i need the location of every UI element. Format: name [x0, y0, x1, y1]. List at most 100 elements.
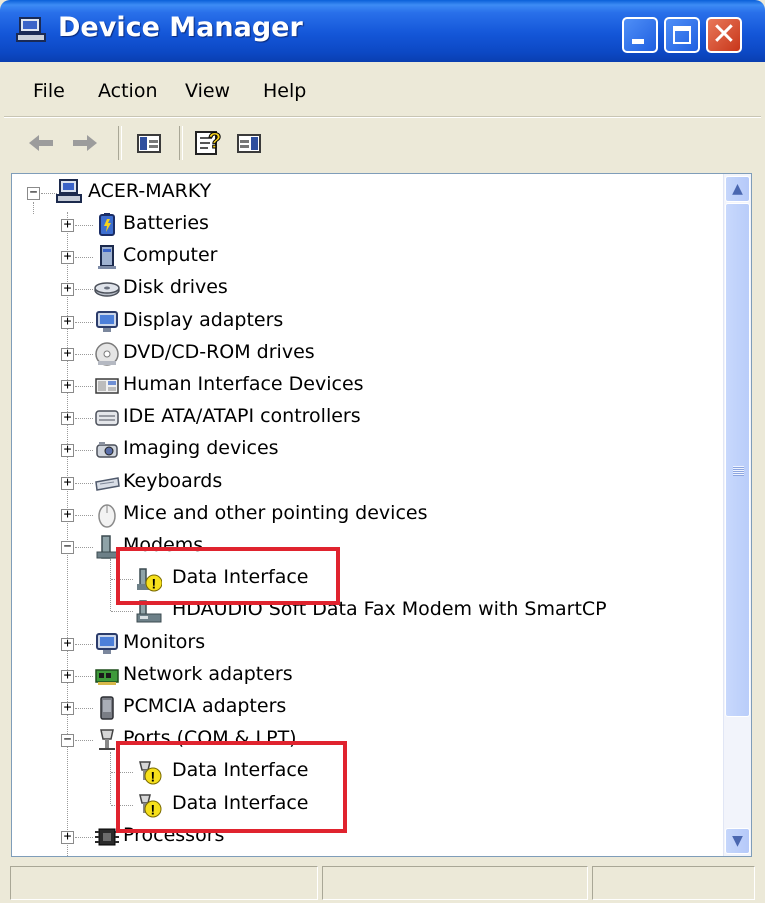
menu-help[interactable]: Help [263, 80, 306, 102]
tree-item-network-adapters[interactable]: + Network adapters [12, 661, 712, 691]
tree-item-label: Computer [123, 244, 218, 266]
tree-item-label: Disk drives [123, 276, 228, 298]
computer-icon [56, 179, 82, 203]
tree-connector [75, 386, 93, 387]
maximize-icon [673, 26, 691, 44]
expand-icon[interactable]: + [61, 347, 74, 361]
tree-connector [75, 450, 93, 451]
tree-item-label: DVD/CD-ROM drives [123, 341, 315, 363]
expand-icon[interactable]: + [61, 250, 74, 264]
battery-icon [99, 213, 115, 236]
expand-icon[interactable]: + [61, 508, 74, 522]
expand-icon[interactable]: + [61, 637, 74, 651]
tree-item-label: Display adapters [123, 309, 284, 331]
show-hide-console-tree-icon[interactable] [132, 126, 166, 160]
hid-icon [95, 378, 119, 394]
window-title: Device Manager [58, 12, 303, 43]
tree-item-computer[interactable]: + Computer [12, 242, 712, 272]
tree-connector [41, 193, 57, 194]
device-manager-icon [16, 17, 46, 42]
collapse-icon[interactable]: − [27, 186, 40, 200]
ide-controller-icon [95, 410, 119, 426]
title-bar[interactable]: Device Manager ✕ [0, 0, 765, 62]
scroll-up-button[interactable]: ▲ [725, 176, 750, 202]
device-tree-pane[interactable]: − ACER-MARKY + Batteries + Computer + Disk dr… [11, 173, 752, 857]
expand-icon[interactable]: + [61, 218, 74, 232]
toolbar-separator [118, 126, 122, 160]
tree-item-label: Mice and other pointing devices [123, 502, 428, 524]
minimize-button[interactable] [622, 17, 658, 53]
expand-icon[interactable]: + [61, 476, 74, 490]
tree-item-label: Monitors [123, 631, 206, 653]
close-button[interactable]: ✕ [706, 17, 742, 53]
device-manager-window: Device Manager ✕ File Action View Help ?… [0, 0, 765, 903]
status-pane-1 [10, 866, 318, 900]
forward-icon[interactable] [68, 126, 102, 160]
pcmcia-icon [100, 696, 114, 720]
toolbar-separator [179, 126, 183, 160]
tree-item-monitors[interactable]: + Monitors [12, 629, 712, 659]
expand-icon[interactable]: + [61, 379, 74, 393]
cdrom-icon [95, 342, 119, 366]
tree-item-label: Batteries [123, 212, 209, 234]
expand-icon[interactable]: + [61, 411, 74, 425]
highlight-box-modem-data-interface [116, 547, 340, 605]
collapse-icon[interactable]: − [61, 540, 74, 554]
tree-connector [75, 418, 93, 419]
scroll-down-button[interactable]: ▼ [725, 828, 750, 854]
tree-connector [75, 225, 93, 226]
menu-view[interactable]: View [185, 80, 230, 102]
tree-connector [75, 837, 93, 838]
tree-connector [75, 289, 93, 290]
tree-connector [75, 708, 93, 709]
close-icon: ✕ [711, 17, 737, 52]
mouse-icon [98, 504, 116, 528]
tree-item-display-adapters[interactable]: + Display adapters [12, 307, 712, 337]
status-pane-2 [322, 866, 588, 900]
expand-icon[interactable]: + [61, 669, 74, 683]
scroll-up-arrow-icon: ▲ [732, 181, 743, 197]
collapse-icon[interactable]: − [61, 733, 74, 747]
tree-item-dvd-cd-rom-drives[interactable]: + DVD/CD-ROM drives [12, 339, 712, 369]
tree-connector [75, 676, 93, 677]
vertical-scrollbar[interactable]: ▲ ▼ [723, 174, 751, 856]
tree-item-mice-and-other-pointing-devices[interactable]: + Mice and other pointing devices [12, 500, 712, 530]
maximize-button[interactable] [664, 17, 700, 53]
tree-item-imaging-devices[interactable]: + Imaging devices [12, 435, 712, 465]
menu-action[interactable]: Action [98, 80, 158, 102]
expand-icon[interactable]: + [61, 315, 74, 329]
expand-icon[interactable]: + [61, 282, 74, 296]
expand-icon[interactable]: + [61, 830, 74, 844]
show-hide-action-pane-icon[interactable] [232, 126, 266, 160]
expand-icon[interactable]: + [61, 443, 74, 457]
scrollbar-grip-icon [733, 466, 744, 476]
tree-item-disk-drives[interactable]: + Disk drives [12, 274, 712, 304]
tree-item-human-interface-devices[interactable]: + Human Interface Devices [12, 371, 712, 401]
scrollbar-thumb[interactable] [725, 203, 750, 717]
menu-bar: File Action View Help [4, 62, 761, 117]
tree-item-label: Imaging devices [123, 437, 279, 459]
help-icon[interactable]: ? [192, 126, 226, 160]
tree-item-pcmcia-adapters[interactable]: + PCMCIA adapters [12, 693, 712, 723]
tree-item-label: Human Interface Devices [123, 373, 364, 395]
tree-connector [75, 515, 93, 516]
computer-icon [98, 245, 116, 269]
tree-root-label: ACER-MARKY [88, 180, 212, 202]
tree-item-label: Network adapters [123, 663, 293, 685]
expand-icon[interactable]: + [61, 701, 74, 715]
tree-connector [111, 611, 133, 612]
tree-item-batteries[interactable]: + Batteries [12, 210, 712, 240]
back-icon[interactable] [24, 126, 58, 160]
scroll-down-arrow-icon: ▼ [732, 833, 743, 849]
menu-file[interactable]: File [33, 80, 65, 102]
tree-connector [75, 483, 93, 484]
tree-connector [75, 322, 93, 323]
tree-connector [75, 354, 93, 355]
tree-item-label: PCMCIA adapters [123, 695, 287, 717]
tree-connector [75, 547, 93, 548]
tree-root[interactable]: − ACER-MARKY [12, 178, 412, 208]
tree-connector [75, 740, 93, 741]
tree-item-ide-ata-atapi-controllers[interactable]: + IDE ATA/ATAPI controllers [12, 403, 712, 433]
keyboard-icon [95, 477, 120, 491]
tree-item-keyboards[interactable]: + Keyboards [12, 468, 712, 498]
